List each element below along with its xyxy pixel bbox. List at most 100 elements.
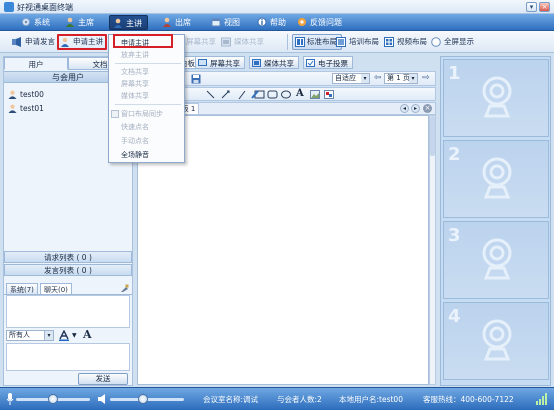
tab-system-messages[interactable]: 系统(7): [6, 283, 38, 295]
video-slot[interactable]: 3: [443, 221, 549, 299]
color-tool-icon[interactable]: [324, 90, 334, 99]
chat-input[interactable]: [6, 343, 130, 371]
close-button[interactable]: ×: [539, 2, 550, 12]
title-bar: 好视通桌面终端 ▾ ×: [0, 0, 554, 14]
tab-chat[interactable]: 聊天(0): [40, 283, 72, 295]
recipient-select[interactable]: 所有人 ▾: [6, 330, 54, 341]
local-user-name: 本地用户名:test00: [339, 395, 403, 404]
scroll-right-icon[interactable]: ▸: [411, 104, 420, 113]
webcam-icon: [480, 319, 514, 363]
button-label: 全屏显示: [444, 37, 474, 46]
prev-page-icon[interactable]: ⇦: [374, 73, 382, 83]
hotline: 客服热线：400-600-7122: [423, 395, 514, 404]
send-button[interactable]: 发送: [78, 373, 128, 385]
scrollbar-thumb[interactable]: [430, 116, 435, 156]
next-page-icon[interactable]: ⇨: [422, 73, 430, 83]
menu-separator: [115, 63, 181, 64]
chevron-down-icon[interactable]: ▼: [72, 332, 77, 339]
clear-chat-icon[interactable]: [120, 284, 129, 293]
menu-label: 帮助: [270, 18, 286, 27]
menu-presenter[interactable]: 主讲: [109, 15, 148, 30]
chevron-down-icon: ▾: [44, 331, 53, 340]
menu-item-mute-all[interactable]: 全场静音: [121, 149, 149, 161]
window-icon: [211, 17, 221, 27]
speak-icon: [12, 37, 22, 47]
layout-training-icon: [336, 37, 346, 47]
tab-screen-share[interactable]: 屏幕共享: [195, 56, 245, 69]
user-icon: [8, 104, 17, 113]
apply-present-highlight: [57, 34, 107, 50]
menu-item-document-share[interactable]: 文档共享: [121, 66, 149, 78]
layout-video-button[interactable]: 视频布局: [384, 35, 427, 49]
close-tab-icon[interactable]: ×: [423, 104, 432, 113]
page-select[interactable]: 第 1 页 ▾: [384, 73, 418, 84]
tab-label: 屏幕共享: [210, 59, 240, 68]
menu-item-screen-share[interactable]: 屏幕共享: [121, 78, 149, 90]
speaker-slider-handle[interactable]: [138, 394, 149, 404]
menu-label: 视图: [224, 18, 240, 27]
microphone-icon[interactable]: [6, 393, 14, 405]
menu-system[interactable]: 系统: [18, 15, 55, 30]
tab-e-vote[interactable]: 电子投票: [303, 56, 353, 69]
zoom-value: 自适应: [335, 74, 356, 82]
gear-icon: [21, 17, 31, 27]
speak-list-header[interactable]: 发言列表 ( 0 ): [4, 264, 132, 276]
button-label: 屏幕共享: [186, 37, 216, 46]
scroll-left-icon[interactable]: ◂: [400, 104, 409, 113]
menu-feedback[interactable]: 反馈问题: [294, 15, 347, 30]
menu-item-manual-rollcall[interactable]: 手动点名: [121, 135, 149, 147]
chevron-down-icon: ▾: [361, 74, 369, 83]
media-share-button[interactable]: 媒体共享: [221, 35, 264, 49]
apply-speak-button[interactable]: 申请发言: [12, 35, 55, 49]
person-icon: [65, 17, 75, 27]
save-icon[interactable]: [191, 74, 201, 84]
menu-label: 反馈问题: [310, 18, 342, 27]
tab-media-share[interactable]: 媒体共享: [249, 56, 299, 69]
zoom-select[interactable]: 自适应 ▾: [332, 73, 370, 84]
signal-strength-icon: [536, 393, 548, 405]
fullscreen-button[interactable]: 全屏显示: [431, 35, 474, 49]
video-slot[interactable]: 1: [443, 59, 549, 137]
text-tool-icon[interactable]: A: [296, 88, 304, 99]
menu-view[interactable]: 视图: [208, 15, 245, 30]
checkbox-icon: [111, 110, 119, 118]
user-name: test00: [20, 90, 44, 99]
video-slot[interactable]: 4: [443, 302, 549, 380]
person-icon: [113, 18, 123, 28]
speaker-icon[interactable]: [98, 393, 108, 405]
menu-item-give-up-present[interactable]: 放弃主讲: [121, 49, 149, 61]
menu-help[interactable]: 帮助: [254, 15, 291, 30]
request-list-header[interactable]: 请求列表 ( 0 ): [4, 251, 132, 263]
film-icon: [252, 59, 261, 67]
feedback-icon: [297, 17, 307, 27]
video-slot[interactable]: 2: [443, 140, 549, 218]
layout-standard-button[interactable]: 标准布局: [292, 34, 342, 50]
film-icon: [221, 37, 231, 47]
tab-label: 媒体共享: [264, 59, 294, 68]
presenter-dropdown-menu: 申请主讲 放弃主讲 文档共享 屏幕共享 媒体共享 窗口布局同步 快速点名 手动点…: [108, 34, 185, 163]
webcam-icon: [480, 157, 514, 201]
font-style-icon[interactable]: A: [83, 328, 92, 341]
microphone-slider-handle[interactable]: [48, 394, 58, 404]
user-name: test01: [20, 104, 44, 113]
pen-icon[interactable]: [251, 90, 259, 99]
minimize-button[interactable]: ▾: [526, 2, 537, 12]
page-value: 第 1 页: [387, 74, 410, 82]
menu-item-media-share[interactable]: 媒体共享: [121, 90, 149, 102]
menu-attend[interactable]: 出席: [159, 15, 196, 30]
window-title: 好视通桌面终端: [17, 3, 73, 12]
menu-item-layout-sync[interactable]: 窗口布局同步: [121, 108, 163, 120]
button-label: 视频布局: [397, 37, 427, 46]
layout-standard-icon: [295, 37, 305, 47]
font-color-icon[interactable]: [59, 330, 71, 341]
status-bar: 会议室名称:调试 与会者人数:2 本地用户名:test00 客服热线：400-6…: [0, 387, 554, 410]
menu-item-quick-rollcall[interactable]: 快速点名: [121, 121, 149, 133]
image-tool-icon[interactable]: [310, 90, 320, 99]
attendee-count: 与会者人数:2: [277, 395, 322, 404]
vote-icon: [306, 59, 315, 67]
menu-chair[interactable]: 主席: [62, 15, 99, 30]
menu-bar: 系统 主席 主讲 出席 视图 帮助 反馈问题: [0, 14, 554, 31]
tab-users[interactable]: 用户: [4, 57, 68, 70]
video-slot-number: 3: [448, 225, 461, 246]
layout-training-button[interactable]: 培训布局: [336, 35, 379, 49]
